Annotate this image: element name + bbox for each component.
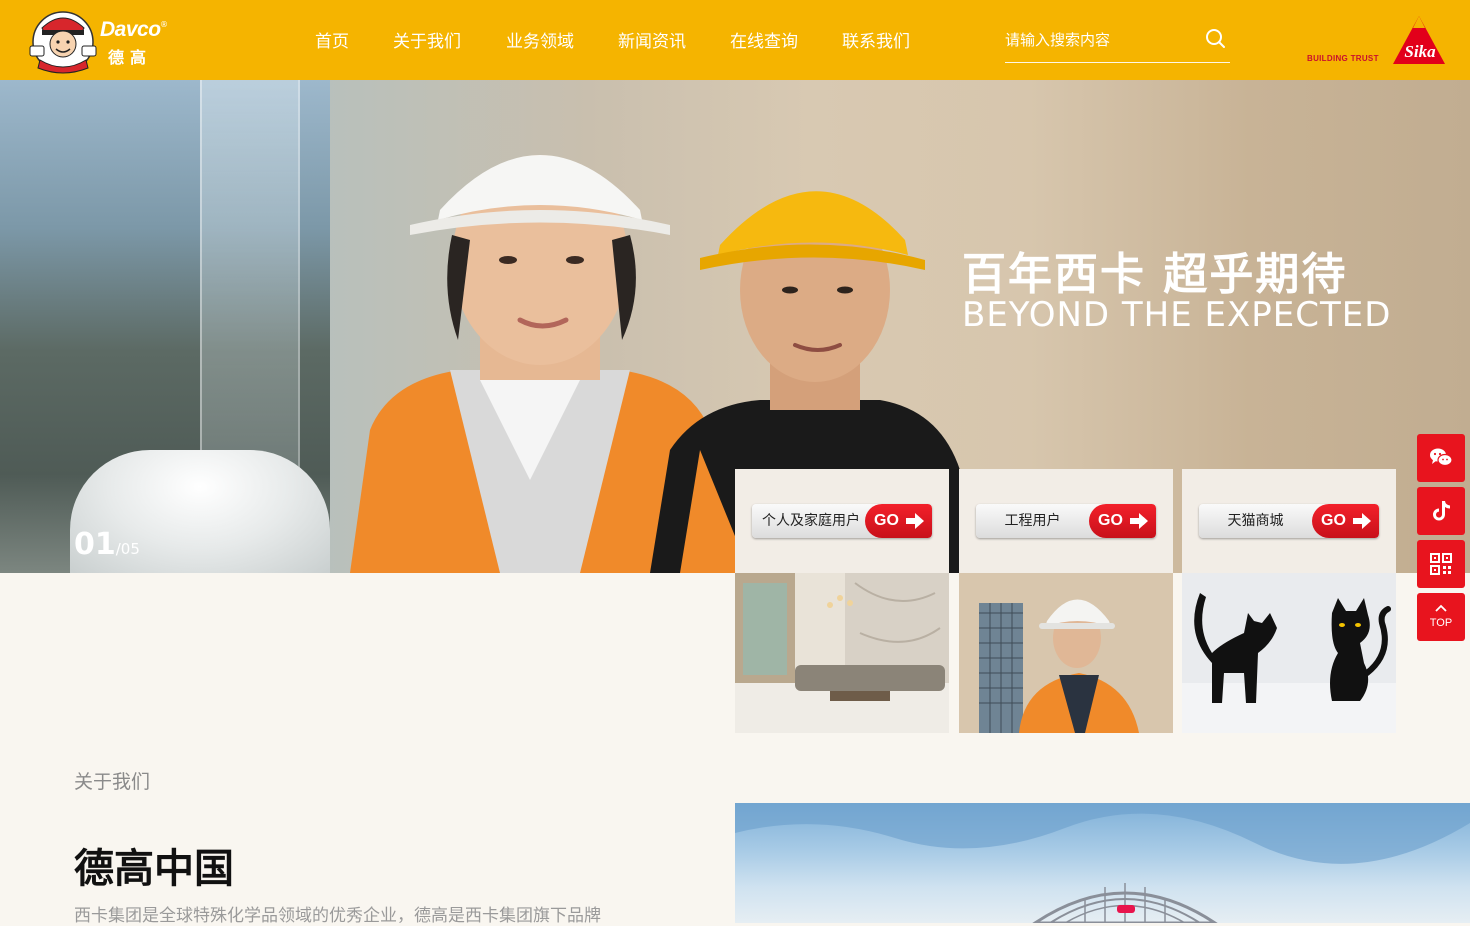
sika-brand[interactable]: BUILDING TRUST Sika: [1305, 14, 1450, 68]
sika-logo-icon: Sika: [1393, 16, 1445, 64]
slide-counter-current: 01: [74, 527, 116, 562]
arrow-right-icon: [1353, 513, 1371, 529]
tmall-store-go-button[interactable]: 天猫商城 GO: [1199, 504, 1379, 538]
nav-item-business[interactable]: 业务领域: [506, 27, 574, 52]
tmall-cats-image: [1182, 573, 1396, 733]
tiktok-button[interactable]: [1417, 487, 1465, 535]
card-header: 天猫商城 GO: [1182, 469, 1396, 573]
card-label: 天猫商城: [1227, 513, 1284, 529]
card-label: 个人及家庭用户: [762, 513, 860, 529]
nav-item-news[interactable]: 新闻资讯: [618, 27, 686, 52]
search-icon[interactable]: [1204, 27, 1226, 49]
sika-logo-text: Sika: [1404, 42, 1436, 61]
project-users-go-button[interactable]: 工程用户 GO: [976, 504, 1156, 538]
living-room-image: [735, 573, 949, 733]
go-label: GO: [1098, 512, 1123, 529]
about-building-image: [735, 803, 1470, 923]
slide-counter: 01/05: [74, 527, 140, 562]
about-section-description: 西卡集团是全球特殊化学品领域的优秀企业，德高是西卡集团旗下品牌: [74, 906, 601, 926]
back-to-top-label: TOP: [1429, 617, 1453, 629]
arrow-right-icon: [906, 513, 924, 529]
davco-logo[interactable]: Davco ® 德高: [28, 6, 178, 74]
nav-item-query[interactable]: 在线查询: [730, 27, 798, 52]
nav-item-about[interactable]: 关于我们: [393, 27, 461, 52]
site-header: Davco ® 德高 首页 关于我们 业务领域 新闻资讯 在线查询 联系我们 B…: [0, 0, 1470, 80]
card-header: 工程用户 GO: [959, 469, 1173, 573]
tiktok-icon: [1433, 501, 1450, 521]
davco-mascot-icon: [29, 11, 97, 74]
wechat-button[interactable]: [1417, 434, 1465, 482]
go-label: GO: [874, 512, 899, 529]
logo-registered-mark: ®: [160, 20, 168, 29]
back-to-top-button[interactable]: TOP: [1417, 593, 1465, 641]
hero-subtitle: BEYOND THE EXPECTED: [962, 295, 1392, 335]
nav-item-home[interactable]: 首页: [315, 27, 349, 52]
wechat-icon: [1430, 448, 1453, 467]
personal-users-go-button[interactable]: 个人及家庭用户 GO: [752, 504, 932, 538]
card-tmall-store[interactable]: 天猫商城 GO: [1182, 469, 1396, 733]
engineer-image: [959, 573, 1173, 733]
card-personal-users[interactable]: 个人及家庭用户 GO: [735, 469, 949, 733]
chevron-up-icon: [1435, 604, 1447, 612]
main-nav: 首页 关于我们 业务领域 新闻资讯 在线查询 联系我们: [315, 27, 910, 52]
go-button[interactable]: GO: [1312, 504, 1379, 538]
search-box: [1005, 22, 1230, 63]
about-section-label: 关于我们: [74, 771, 151, 793]
logo-wordmark: Davco: [100, 18, 161, 41]
go-button[interactable]: GO: [865, 504, 932, 538]
hero-title: 百年西卡 超乎期待: [962, 249, 1348, 300]
logo-chinese-name: 德高: [108, 48, 153, 67]
go-button[interactable]: GO: [1089, 504, 1156, 538]
nav-item-contact[interactable]: 联系我们: [842, 27, 910, 52]
qrcode-icon: [1430, 553, 1452, 575]
card-header: 个人及家庭用户 GO: [735, 469, 949, 573]
about-section-title: 德高中国: [74, 846, 234, 892]
slide-counter-total: /05: [115, 540, 140, 558]
arrow-right-icon: [1130, 513, 1148, 529]
sika-tagline: BUILDING TRUST: [1307, 54, 1379, 63]
search-input[interactable]: [1005, 28, 1195, 52]
card-project-users[interactable]: 工程用户 GO: [959, 469, 1173, 733]
go-label: GO: [1321, 512, 1346, 529]
qrcode-button[interactable]: [1417, 540, 1465, 588]
card-label: 工程用户: [1004, 513, 1061, 529]
